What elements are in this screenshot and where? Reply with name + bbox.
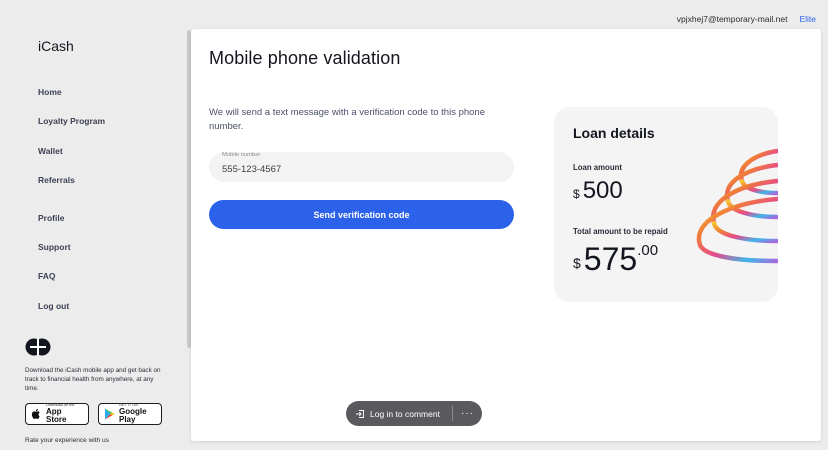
more-dots-icon[interactable]: ··· — [453, 408, 482, 419]
loan-amount-value: $500 — [573, 177, 623, 205]
loan-details-card: Loan details Loan amount $500 Total amou… — [554, 107, 778, 302]
apple-icon — [31, 409, 40, 419]
sidebar-item-referrals[interactable]: Referrals — [38, 172, 105, 201]
sidebar-item-loyalty-program[interactable]: Loyalty Program — [38, 113, 105, 142]
phone-field-label: Mobile number — [222, 152, 261, 158]
login-arrow-icon — [356, 409, 364, 418]
sidebar-item-support[interactable]: Support — [38, 239, 105, 268]
membership-tier-link[interactable]: Elite — [799, 14, 816, 24]
app-logo[interactable]: iCash — [38, 38, 74, 54]
phone-number-input[interactable] — [222, 162, 492, 176]
sidebar-item-profile[interactable]: Profile — [38, 210, 105, 239]
send-verification-code-button[interactable]: Send verification code — [209, 200, 514, 229]
sidebar: iCash Home Loyalty Program Wallet Referr… — [0, 0, 190, 450]
user-email: vpjxhej7@temporary-mail.net — [676, 14, 788, 24]
loan-amount-number: 500 — [582, 177, 623, 204]
top-bar: vpjxhej7@temporary-mail.net Elite — [677, 14, 816, 24]
rainbow-rings-graphic — [696, 148, 778, 264]
total-currency: $ — [573, 255, 581, 271]
intro-text: We will send a text message with a verif… — [209, 107, 485, 132]
google-play-icon — [105, 408, 115, 420]
page-title: Mobile phone validation — [209, 48, 401, 68]
sidebar-item-wallet[interactable]: Wallet — [38, 143, 105, 172]
total-repaid-label: Total amount to be repaid — [573, 227, 668, 236]
sidebar-nav: Home Loyalty Program Wallet Referrals Pr… — [38, 84, 105, 327]
phone-number-field[interactable]: Mobile number — [209, 152, 514, 182]
sidebar-item-faq[interactable]: FAQ — [38, 268, 105, 297]
loan-amount-currency: $ — [573, 187, 580, 201]
main-panel: Mobile phone validation We will send a t… — [191, 29, 821, 441]
google-play-label: Google Play — [119, 406, 147, 424]
sidebar-item-logout[interactable]: Log out — [38, 298, 105, 327]
total-whole: 575 — [583, 241, 638, 277]
total-repaid-value: $575.00 — [573, 241, 658, 278]
store-badges: Download on the App Store GET IT ON Goog… — [25, 403, 175, 425]
app-promo: Download the iCash mobile app and get ba… — [25, 338, 175, 444]
app-promo-text: Download the iCash mobile app and get ba… — [25, 367, 161, 392]
login-to-comment-button[interactable]: Log in to comment — [346, 401, 452, 426]
app-store-button[interactable]: Download on the App Store — [25, 403, 89, 425]
app-store-label: App Store — [46, 406, 67, 424]
icash-app-logo-icon — [25, 338, 51, 356]
sidebar-item-home[interactable]: Home — [38, 84, 105, 113]
comment-bar: Log in to comment ··· — [346, 401, 482, 426]
google-play-button[interactable]: GET IT ON Google Play — [98, 403, 162, 425]
total-decimal: .00 — [637, 242, 659, 259]
login-to-comment-label: Log in to comment — [370, 408, 440, 419]
loan-amount-label: Loan amount — [573, 163, 622, 172]
loan-details-title: Loan details — [573, 125, 655, 141]
rate-experience-link[interactable]: Rate your experience with us — [25, 437, 175, 444]
